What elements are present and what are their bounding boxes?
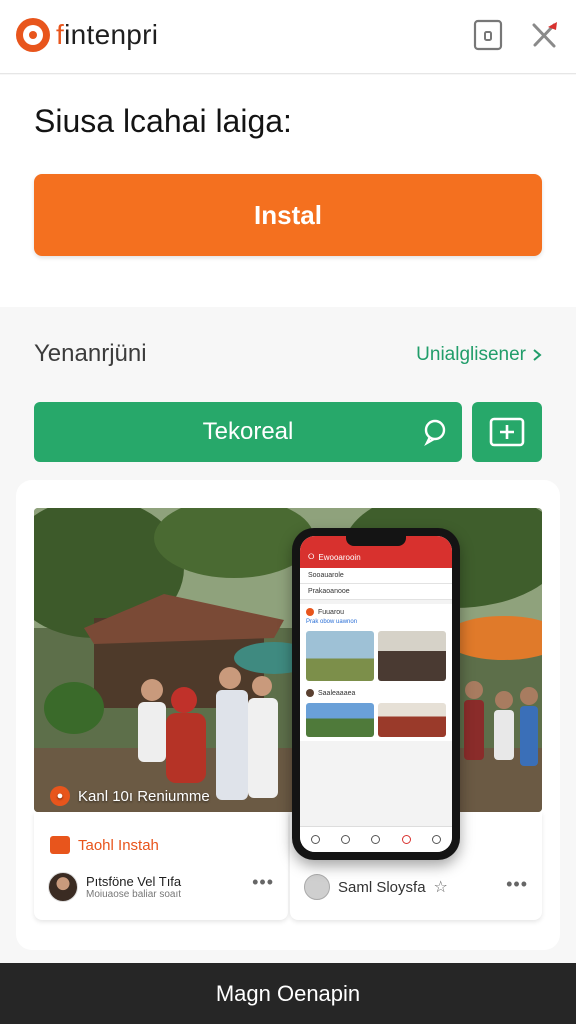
phone-block-title: Fuuarou [318,608,345,616]
phone-block-head: Fuuarou [306,608,446,616]
user-name: Pıtsföne Vel Tıfa [86,874,182,889]
logo-text: fintenpri [56,19,158,51]
bottom-bar-label: Magn Oenapin [215,980,361,1006]
logo-text-rest: intenpri [64,19,159,50]
phone-thumb-image [378,631,446,681]
phone-nav-icon [401,835,411,844]
app-header: fintenpri [0,0,576,74]
phone-logo-icon: ⭘ [308,552,315,561]
phone-thumb-image [306,631,374,681]
card-tag[interactable]: Taohl Instah [50,836,159,854]
photo-caption-text: Kanl 10ı Reniumme [78,787,210,805]
card-user-text: Pıtsföne Vel Tıfa Moiuaose baliar soaıt [86,874,181,900]
caption-badge-icon: ● [50,786,70,806]
phone-screen: ⭘ Ewooarooin Sooauarole Prakaoanooe Fuua… [300,536,452,852]
tag-icon [50,836,70,854]
device-button[interactable] [471,18,505,52]
photo-caption: ● Kanl 10ı Reniumme [50,786,210,806]
user-subtitle: Moiuaose baliar soaıt [86,889,182,900]
chevron-right-icon [533,349,542,361]
device-icon [473,19,503,51]
phone-notch [346,536,406,546]
logo-icon [16,18,50,52]
phone-top-label: Ewooarooin [318,552,361,562]
app-logo[interactable]: fintenpri [16,18,158,52]
card-user[interactable]: Saml Sloysfa ☆ [304,874,448,900]
post-card-left[interactable]: Taohl Instah Pıtsföne Vel Tıfa Moiuaose … [34,812,288,920]
more-options-icon[interactable]: ••• [506,874,528,895]
avatar [304,874,330,900]
phone-image-grid [306,631,446,681]
section-title: Yenanrjüni [34,340,147,367]
section-link-label: Unialglisener [416,344,526,365]
phone-nav-icon [371,835,381,844]
close-x-icon [532,22,557,48]
phone-content-block: Fuuarou Prak obow uawnon Saaleaaaea [300,604,452,741]
phone-nav-icon [310,835,320,844]
phone-user-row: Saaleaaaea [306,689,446,697]
phone-avatar-icon [306,689,314,697]
hero-title: Siusa lcahai laiga: [34,103,292,139]
phone-dot-icon [306,608,314,616]
feature-photo[interactable] [34,508,542,812]
phone-row-text: Sooauarole [308,572,344,579]
plus-box-icon [489,417,525,447]
phone-row: Sooauarole [300,568,452,584]
section-link[interactable]: Unialglisener [416,344,542,366]
card-tag-label: Taohl Instah [78,836,159,854]
phone-row-text: Prakaoanooe [308,588,350,595]
phone-mockup: ⭘ Ewooarooin Sooauarole Prakaoanooe Fuua… [292,528,460,860]
install-button[interactable]: Instal [34,174,542,256]
logo-text-accent: f [56,19,65,50]
bottom-action-bar[interactable]: Magn Oenapin [0,963,576,1024]
primary-action-button[interactable]: Tekoreal [34,402,462,462]
phone-thumb-image [378,703,446,737]
phone-bottom-nav [300,826,452,852]
phone-block-link: Prak obow uawnon [306,619,358,625]
card-user[interactable]: Pıtsföne Vel Tıfa Moiuaose baliar soaıt [48,872,181,902]
village-scene-image [34,508,542,812]
star-icon[interactable]: ☆ [434,877,448,897]
phone-nav-icon [432,835,442,844]
user-name: Saml Sloysfa [338,878,426,896]
phone-nav-icon [341,835,351,844]
add-button[interactable] [472,402,542,462]
close-button[interactable] [528,18,562,52]
hero-section: Siusa lcahai laiga: Instal [0,75,576,307]
primary-action-label: Tekoreal [202,418,294,445]
phone-image-grid [306,703,446,737]
more-options-icon[interactable]: ••• [252,872,274,893]
phone-user-name: Saaleaaaea [318,689,356,697]
avatar [48,872,78,902]
chat-bubble-icon [424,419,446,446]
phone-thumb-image [306,703,374,737]
phone-row: Prakaoanooe [300,584,452,600]
